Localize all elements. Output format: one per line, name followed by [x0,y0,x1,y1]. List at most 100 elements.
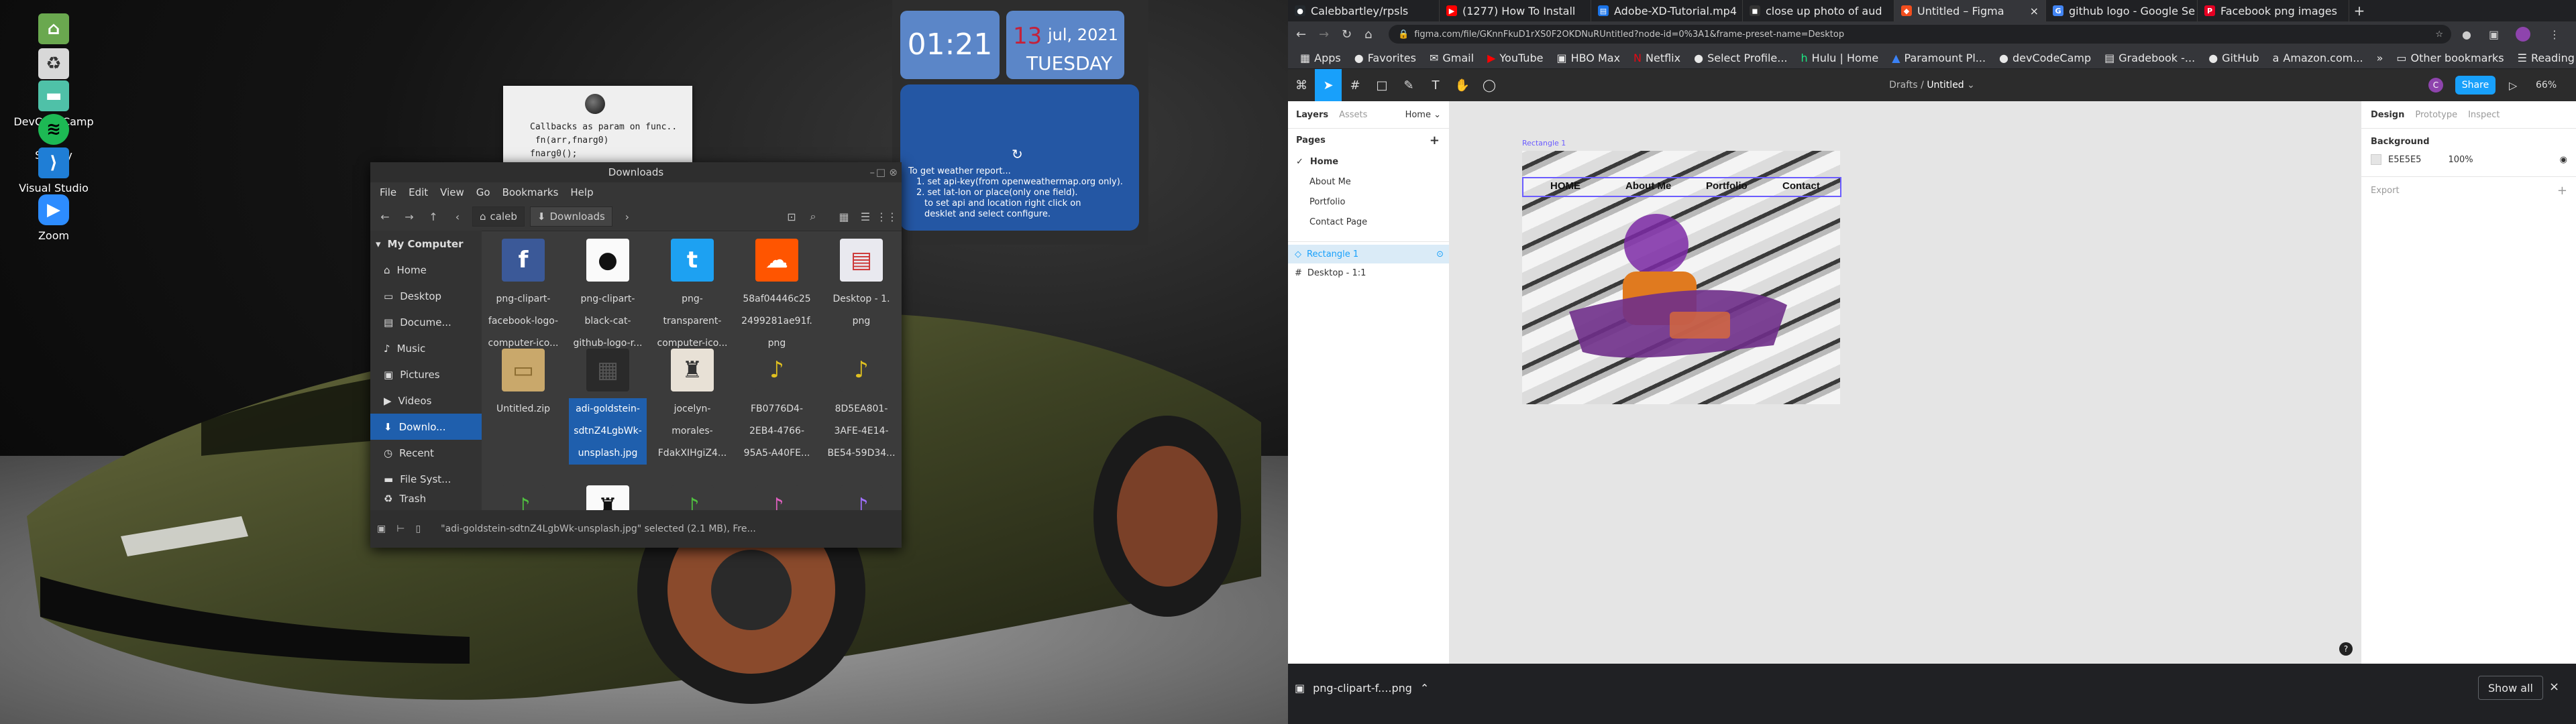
menu-edit[interactable]: Edit [409,186,428,198]
breadcrumb-home[interactable]: ⌂ caleb [472,206,525,227]
bookmark-netflix[interactable]: N Netflix [1628,52,1686,64]
new-tab-button[interactable]: + [2349,0,2369,21]
window-titlebar[interactable]: Downloads – □ ⊗ [370,162,902,182]
file-item[interactable]: f png-clipart-facebook-logo-computer-ico.… [484,231,562,355]
bookmark-gradebook[interactable]: ▤ Gradebook -... [2099,52,2200,64]
bookmark-overflow-icon[interactable]: » [2371,52,2389,64]
forward-icon[interactable]: → [1319,27,1329,42]
address-bar[interactable]: 🔒 figma.com/file/GKnnFkuD1rXS0F2OKDNuRUn… [1389,25,2451,44]
compact-view-icon[interactable]: ⋮⋮ [876,207,898,226]
sidebar-item-videos[interactable]: ▶ Videos [370,387,482,414]
bookmark-paramount[interactable]: ▲ Paramount Pl... [1886,52,1991,64]
file-item[interactable]: ♪ [738,485,816,511]
sidebar-item-desktop[interactable]: ▭ Desktop [370,283,482,309]
file-item[interactable]: t png-transparent-computer-ico... [653,231,731,355]
list-view-icon[interactable]: ☰ [856,207,875,226]
frame-label[interactable]: Rectangle 1 [1522,139,1566,147]
lock-icon[interactable]: ⊙ [1436,249,1444,259]
maximize-icon[interactable]: □ [876,162,885,182]
bookmark-amazon[interactable]: a Amazon.com... [2267,52,2369,64]
file-item[interactable]: ♪ [484,485,562,511]
tab-design[interactable]: Design [2371,110,2404,120]
hand-tool-icon[interactable]: ✋ [1449,69,1476,101]
weather-panel[interactable]: ↻ To get weather report... 1. set api-ke… [900,84,1139,231]
file-manager-window[interactable]: Downloads – □ ⊗ File Edit View Go Bookma… [370,162,902,548]
search-icon[interactable]: ⌕ [804,207,822,226]
page-item-contact[interactable]: Contact Page [1288,212,1449,232]
avatar[interactable]: C [2428,78,2443,93]
tab-adobe-xd[interactable]: ▤ Adobe-XD-Tutorial.mp4 [1591,0,1743,21]
nav-home[interactable]: HOME [1550,180,1580,192]
bookmark-profile[interactable]: ● Select Profile... [1688,52,1792,64]
menu-help[interactable]: Help [570,186,593,198]
location-right-icon[interactable]: › [618,207,637,226]
page-item-portfolio[interactable]: Portfolio [1288,192,1449,212]
show-all-button[interactable]: Show all [2478,676,2543,700]
nav-portfolio[interactable]: Portfolio [1706,180,1748,192]
page-item-about[interactable]: About Me [1288,172,1449,192]
chevron-up-icon[interactable]: ⌃ [1420,682,1429,695]
path-toggle-icon[interactable]: ⊡ [782,207,801,226]
breadcrumb-downloads[interactable]: ⬇ Downloads [529,206,612,227]
nav-contact[interactable]: Contact [1782,180,1820,192]
clock-weather-desklet[interactable]: 01:21 13 jul, 2021 TUESDAY ↻ To get weat… [892,0,1148,245]
extension-icon[interactable]: ▣ [2489,28,2499,41]
layer-rectangle-1[interactable]: ◇ Rectangle 1 ⊙ [1288,245,1449,263]
bookmark-other[interactable]: ▭ Other bookmarks [2391,52,2509,64]
desktop-icon-zoom[interactable]: ▶ Zoom [13,194,94,242]
sidebar-item-music[interactable]: ♪ Music [370,335,482,361]
icon-view-icon[interactable]: ▦ [835,207,853,226]
menu-view[interactable]: View [440,186,464,198]
sidebar-toggle-icon[interactable]: ▣ [377,524,386,534]
text-tool-icon[interactable]: T [1422,69,1449,101]
bg-hex[interactable]: E5E5E5 [2388,155,2421,165]
help-icon[interactable]: ? [2339,642,2353,656]
reload-icon[interactable]: ↻ [1342,27,1352,42]
sidebar-item-pictures[interactable]: ▣ Pictures [370,361,482,387]
sidebar-item-trash[interactable]: ♻ Trash [370,492,482,505]
tab-layers[interactable]: Layers [1296,110,1328,120]
up-icon[interactable]: ↑ [424,207,443,226]
pen-tool-icon[interactable]: ✎ [1395,69,1422,101]
nav-about[interactable]: About Me [1625,180,1671,192]
sidebar-item-recent[interactable]: ◷ Recent [370,440,482,466]
tab-pinterest[interactable]: P Facebook png images [2198,0,2349,21]
sticky-note-desklet[interactable]: Callbacks as param on func.. fn(arr,fnar… [503,86,692,166]
extension-icon[interactable]: ● [2462,28,2471,41]
tab-youtube[interactable]: ▶ (1277) How To Install [1440,0,1591,21]
reading-list[interactable]: ☰Reading list [2512,52,2576,64]
tab-prototype[interactable]: Prototype [2415,110,2457,120]
bookmark-hbo[interactable]: ▣ HBO Max [1551,52,1625,64]
bg-opacity[interactable]: 100% [2448,155,2473,165]
comment-tool-icon[interactable]: ◯ [1476,69,1503,101]
tab-figma[interactable]: ◆ Untitled – Figma × [1894,0,2046,21]
bookmark-youtube[interactable]: ▶ YouTube [1482,52,1548,64]
sidebar-item-filesystem[interactable]: ▬ File Syst... [370,466,482,492]
tab-google[interactable]: Ggithub logo - Google Se [2046,0,2198,21]
figma-menu-icon[interactable]: ⌘ [1288,69,1315,101]
download-item[interactable]: ▣ png-clipart-f....png ⌃ [1295,676,1429,700]
file-item[interactable]: ♪ 8D5EA801-3AFE-4E14-BE54-59D34... [822,341,900,465]
sidebar-item-home[interactable]: ⌂ Home [370,257,482,283]
menu-bookmarks[interactable]: Bookmarks [502,186,559,198]
figma-canvas[interactable]: Rectangle 1 HOME About Me Portfolio Cont… [1450,101,2361,664]
bookmark-apps[interactable]: ▦ Apps [1295,52,1346,64]
file-item[interactable]: ♪ [653,485,731,511]
sidebar-item-downloads[interactable]: ⬇ Downlo... [370,414,482,440]
refresh-icon[interactable]: ↻ [1012,146,1023,162]
close-icon[interactable]: × [2030,5,2039,17]
file-name[interactable]: Untitled [1927,80,1964,90]
chevron-down-icon[interactable]: ⌄ [1967,80,1975,90]
sidebar-header[interactable]: ▾ My Computer [370,231,482,257]
file-item[interactable]: ♪ [822,485,900,511]
present-icon[interactable]: ▷ [2509,79,2517,92]
back-icon[interactable]: ← [1296,27,1306,42]
menu-icon[interactable]: ⋮ [2549,28,2560,41]
sidebar-item-documents[interactable]: ▤ Docume... [370,309,482,335]
layer-desktop-frame[interactable]: # Desktop - 1:1 [1288,263,1449,282]
frame-tool-icon[interactable]: # [1342,69,1368,101]
tab-assets[interactable]: Assets [1339,110,1367,120]
add-page-icon[interactable]: + [1430,133,1440,147]
visibility-icon[interactable]: ◉ [2560,155,2567,165]
slider-icon[interactable]: ▯ [415,524,421,534]
